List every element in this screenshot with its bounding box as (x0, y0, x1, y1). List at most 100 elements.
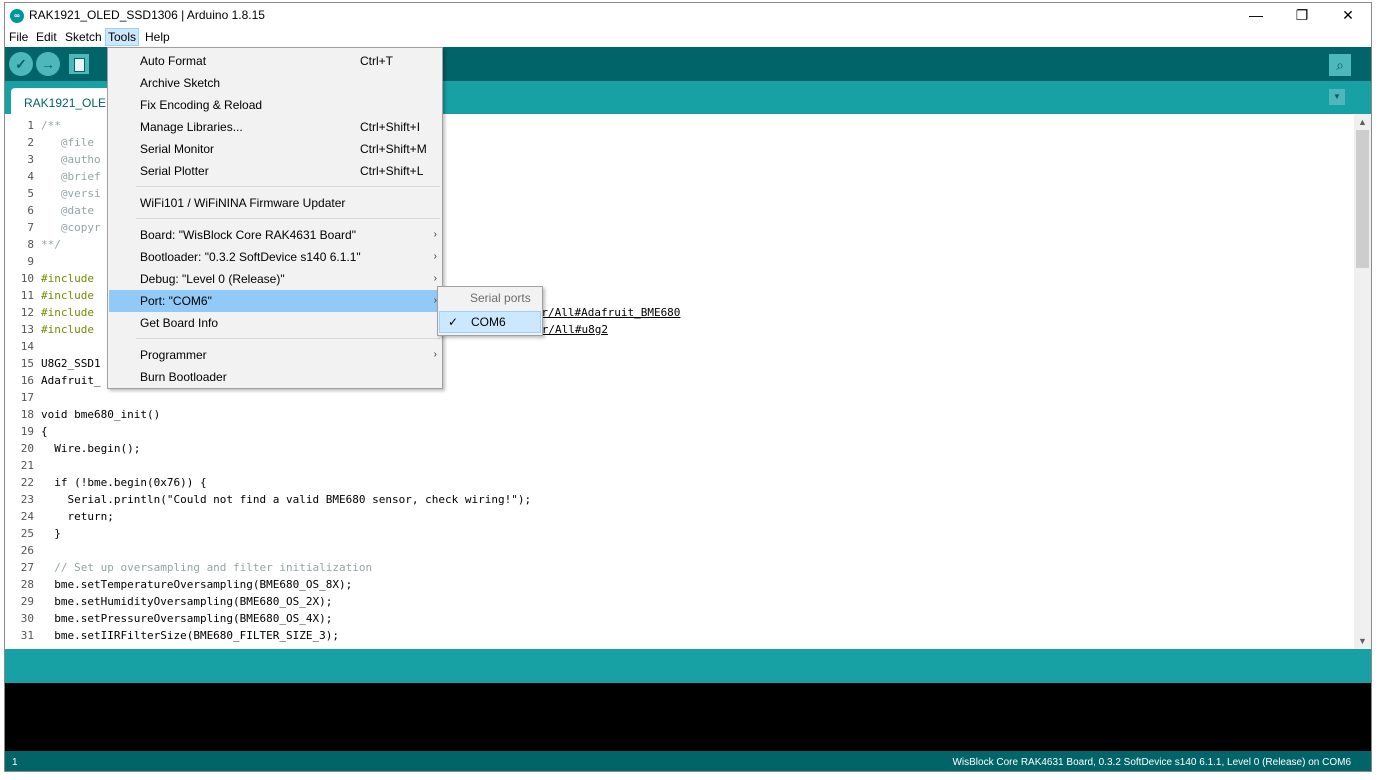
code-line: 26 (5, 542, 1355, 559)
menu-edit[interactable]: Edit (34, 28, 59, 46)
code-text: } (41, 527, 61, 540)
line-number: 28 (20, 578, 34, 591)
menu-item-firmware-updater[interactable]: WiFi101 / WiFiNINA Firmware Updater (109, 192, 441, 214)
menu-item-serial-monitor[interactable]: Serial Monitor Ctrl+Shift+M (109, 138, 441, 160)
line-number: 10 (20, 272, 34, 285)
code-text: #include (41, 306, 94, 319)
checkmark-icon: ✓ (448, 315, 459, 329)
code-text: { (41, 425, 48, 438)
menu-item-board[interactable]: Board: "WisBlock Core RAK4631 Board" › (109, 224, 441, 246)
code-line: 19 { (5, 423, 1355, 440)
line-number: 8 (27, 238, 34, 251)
menu-item-shortcut: Ctrl+Shift+M (360, 142, 427, 156)
line-number: 20 (20, 442, 34, 455)
menu-item-programmer[interactable]: Programmer › (109, 344, 441, 366)
line-number: 7 (27, 221, 34, 234)
verify-button[interactable]: ✓ (9, 52, 33, 76)
menu-item-get-board-info[interactable]: Get Board Info (109, 312, 441, 334)
code-text: @brief (41, 170, 101, 183)
code-line: 27 // Set up oversampling and filter ini… (5, 559, 1355, 576)
tab-menu-dropdown-icon[interactable]: ▼ (1329, 89, 1345, 105)
menu-item-manage-libraries[interactable]: Manage Libraries... Ctrl+Shift+I (109, 116, 441, 138)
code-text: void bme680_init() (41, 408, 161, 421)
submenu-arrow-icon: › (433, 251, 437, 262)
arduino-icon: ∞ (10, 9, 24, 23)
new-sketch-button[interactable] (69, 54, 89, 74)
line-number: 23 (20, 493, 34, 506)
menu-item-burn-bootloader[interactable]: Burn Bootloader (109, 366, 441, 388)
line-number: 3 (27, 153, 34, 166)
menu-help[interactable]: Help (143, 28, 172, 46)
menu-item-label: Archive Sketch (140, 76, 221, 90)
line-number: 25 (20, 527, 34, 540)
code-text: Serial.println("Could not find a valid B… (41, 493, 532, 506)
code-text: #include (41, 323, 94, 336)
line-number: 27 (20, 561, 34, 574)
menu-item-shortcut: Ctrl+T (360, 54, 393, 68)
line-number: 14 (20, 340, 34, 353)
menu-tools[interactable]: Tools (105, 28, 140, 46)
arduino-ide-window: ∞ RAK1921_OLED_SSD1306 | Arduino 1.8.15 … (4, 2, 1372, 772)
board-info-text: WisBlock Core RAK4631 Board, 0.3.2 SoftD… (952, 757, 1351, 768)
code-text: Adafruit_ (41, 374, 101, 387)
menu-sketch[interactable]: Sketch (63, 28, 104, 46)
line-number: 15 (20, 357, 34, 370)
menu-item-label: Burn Bootloader (140, 370, 227, 384)
menu-item-fix-encoding[interactable]: Fix Encoding & Reload (109, 94, 441, 116)
serial-ports-header: Serial ports (470, 291, 531, 305)
editor-scrollbar[interactable]: ▲ ▼ (1354, 114, 1371, 649)
port-option-com6[interactable]: ✓ COM6 (439, 311, 541, 333)
menu-item-label: Debug: "Level 0 (Release)" (140, 272, 285, 286)
code-text: U8G2_SSD1 (41, 357, 101, 370)
menu-item-serial-plotter[interactable]: Serial Plotter Ctrl+Shift+L (109, 160, 441, 182)
line-number: 1 (27, 119, 34, 132)
message-area (5, 649, 1371, 683)
scroll-thumb[interactable] (1356, 130, 1369, 268)
line-number: 21 (20, 459, 34, 472)
menu-item-auto-format[interactable]: Auto Format Ctrl+T (109, 50, 441, 72)
scroll-up-icon[interactable]: ▲ (1354, 114, 1371, 130)
code-text: @copyr (41, 221, 101, 234)
line-number: 2 (27, 136, 34, 149)
code-text: // Set up oversampling and filter initia… (41, 561, 373, 574)
menu-item-port[interactable]: Port: "COM6" › (109, 290, 441, 312)
title-bar: ∞ RAK1921_OLED_SSD1306 | Arduino 1.8.15 … (5, 3, 1371, 27)
line-number: 17 (20, 391, 34, 404)
code-text: @versi (41, 187, 101, 200)
line-number: 4 (27, 170, 34, 183)
menu-separator (136, 338, 440, 339)
port-submenu: Serial ports ✓ COM6 (437, 286, 543, 336)
code-line: 21 (5, 457, 1355, 474)
code-line: 31 bme.setIIRFilterSize(BME680_FILTER_SI… (5, 627, 1355, 644)
menu-item-label: Auto Format (140, 54, 207, 68)
line-number: 6 (27, 204, 34, 217)
minimize-button[interactable]: — (1233, 3, 1279, 27)
menu-item-debug[interactable]: Debug: "Level 0 (Release)" › (109, 268, 441, 290)
upload-button[interactable]: → (36, 52, 60, 76)
line-number: 5 (27, 187, 34, 200)
serial-monitor-button[interactable]: ⌕ (1329, 54, 1351, 76)
code-line: 22 if (!bme.begin(0x76)) { (5, 474, 1355, 491)
menu-item-archive-sketch[interactable]: Archive Sketch (109, 72, 441, 94)
code-text: bme.setHumidityOversampling(BME680_OS_2X… (41, 595, 333, 608)
scroll-down-icon[interactable]: ▼ (1354, 633, 1371, 649)
tools-menu: Auto Format Ctrl+T Archive Sketch Fix En… (107, 47, 443, 389)
code-text: return; (41, 510, 114, 523)
submenu-arrow-icon: › (433, 229, 437, 240)
line-number: 11 (20, 289, 34, 302)
line-number: 24 (20, 510, 34, 523)
menu-item-bootloader[interactable]: Bootloader: "0.3.2 SoftDevice s140 6.1.1… (109, 246, 441, 268)
code-text: #include (41, 289, 94, 302)
line-number: 29 (20, 595, 34, 608)
code-line: 28 bme.setTemperatureOversampling(BME680… (5, 576, 1355, 593)
code-text: /** (41, 119, 61, 132)
status-bar: 1 WisBlock Core RAK4631 Board, 0.3.2 Sof… (5, 751, 1371, 771)
maximize-button[interactable]: ❐ (1279, 3, 1325, 27)
menu-file[interactable]: File (7, 28, 30, 46)
close-button[interactable]: ✕ (1325, 3, 1371, 27)
code-text: @date (41, 204, 94, 217)
menu-item-label: WiFi101 / WiFiNINA Firmware Updater (140, 196, 346, 210)
line-number: 16 (20, 374, 34, 387)
line-number: 22 (20, 476, 34, 489)
menu-item-label: Manage Libraries... (140, 120, 243, 134)
